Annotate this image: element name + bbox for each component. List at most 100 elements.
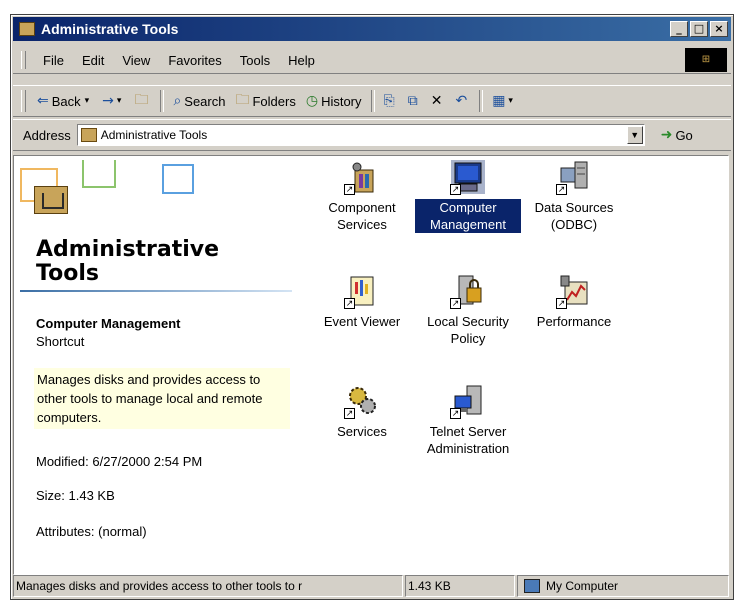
history-icon: ◷ <box>305 93 319 109</box>
local-security-policy-label: Local Security Policy <box>427 314 509 346</box>
close-button[interactable]: × <box>710 21 728 37</box>
performance-icon: ↗ <box>556 274 591 309</box>
windows-logo-icon: ⊞ <box>685 48 727 72</box>
address-value: Administrative Tools <box>100 128 208 142</box>
folders-icon: 🗀 <box>235 92 250 108</box>
component-services-item[interactable]: ↗ Component Services <box>309 160 415 233</box>
selected-item-description: Manages disks and provides access to oth… <box>34 368 290 429</box>
back-dropdown-icon[interactable]: ▾ <box>85 96 90 106</box>
component-services-label: Component Services <box>328 200 396 232</box>
icon-grid: ↗ Component Services ↗ Computer Manageme… <box>309 156 728 574</box>
go-label: Go <box>675 127 693 143</box>
folder-icon <box>19 22 35 36</box>
selected-item-type: Shortcut <box>36 334 85 349</box>
copy-to-icon: ⧉ <box>407 93 418 109</box>
web-view-pane: Administrative Tools Computer Management… <box>14 156 299 574</box>
address-label: Address <box>23 127 71 143</box>
delete-icon: ✕ <box>430 93 443 109</box>
menu-help[interactable]: Help <box>279 53 324 68</box>
forward-button[interactable]: → ▾ <box>97 89 129 113</box>
folders-button[interactable]: 🗀 Folders <box>230 89 300 113</box>
explorer-window: Administrative Tools _ □ × File Edit Vie… <box>10 14 734 600</box>
menu-tools[interactable]: Tools <box>231 53 279 68</box>
copy-to-button[interactable]: ⧉ <box>403 89 426 113</box>
back-button[interactable]: ⇐ Back ▾ <box>32 89 97 113</box>
admin-tools-folder-icon <box>34 186 68 214</box>
forward-arrow-icon: → <box>102 93 114 109</box>
menu-view[interactable]: View <box>113 53 159 68</box>
telnet-server-icon: ↗ <box>450 384 485 419</box>
maximize-button[interactable]: □ <box>690 21 708 37</box>
undo-button[interactable]: ↶ <box>450 89 475 113</box>
computer-management-label: Computer Management <box>414 198 522 234</box>
computer-management-icon: ↗ <box>450 160 485 195</box>
selected-item-modified: Modified: 6/27/2000 2:54 PM <box>36 454 203 469</box>
search-icon: ⌕ <box>173 93 182 109</box>
move-to-button[interactable]: ⎘ <box>379 89 403 113</box>
selected-item-name: Computer Management <box>36 316 181 331</box>
services-item[interactable]: ↗ Services <box>309 384 415 440</box>
history-label: History <box>321 93 362 109</box>
data-sources-item[interactable]: ↗ Data Sources (ODBC) <box>521 160 627 233</box>
local-security-policy-item[interactable]: ↗ Local Security Policy <box>415 274 521 347</box>
views-dropdown-icon[interactable]: ▾ <box>508 96 513 106</box>
address-folder-icon <box>80 128 97 142</box>
go-button[interactable]: ➜ Go <box>661 127 693 143</box>
component-services-icon: ↗ <box>344 160 379 195</box>
standard-toolbar: ⇐ Back ▾ → ▾ 🗀 ⌕ Search 🗀 Folders ◷ Hist… <box>13 85 731 117</box>
back-label: Back <box>51 93 81 109</box>
move-to-icon: ⎘ <box>383 93 395 109</box>
menu-bar: File Edit View Favorites Tools Help ⊞ <box>13 47 731 74</box>
status-zone-label: My Computer <box>546 579 619 593</box>
undo-icon: ↶ <box>455 93 468 109</box>
toolbar-separator <box>479 90 484 112</box>
status-bar: Manages disks and provides access to oth… <box>13 575 731 597</box>
title-divider <box>20 290 292 292</box>
back-arrow-icon: ⇐ <box>37 93 49 109</box>
go-arrow-icon: ➜ <box>660 127 673 143</box>
status-message: Manages disks and provides access to oth… <box>13 575 403 597</box>
views-button[interactable]: ▦ ▾ <box>487 89 521 113</box>
status-size: 1.43 KB <box>405 575 515 597</box>
menu-grip <box>21 51 26 69</box>
minimize-button[interactable]: _ <box>670 21 688 37</box>
computer-management-item[interactable]: ↗ Computer Management <box>414 160 522 234</box>
address-bar: Address Administrative Tools ▼ ➜ Go <box>13 119 731 151</box>
search-label: Search <box>184 93 226 109</box>
pane-title: Administrative Tools <box>36 237 220 286</box>
selected-item-attributes: Attributes: (normal) <box>36 524 147 539</box>
search-button[interactable]: ⌕ Search <box>168 89 230 113</box>
address-input[interactable]: Administrative Tools ▼ <box>76 124 645 146</box>
local-security-policy-icon: ↗ <box>450 274 485 309</box>
event-viewer-item[interactable]: ↗ Event Viewer <box>309 274 415 330</box>
performance-label: Performance <box>536 314 612 329</box>
toolbar-separator <box>370 90 375 112</box>
performance-item[interactable]: ↗ Performance <box>521 274 627 330</box>
toolbar-separator <box>160 90 165 112</box>
services-label: Services <box>337 424 387 439</box>
menu-file[interactable]: File <box>34 53 73 68</box>
data-sources-icon: ↗ <box>556 160 591 195</box>
window-title: Administrative Tools <box>41 21 179 37</box>
event-viewer-label: Event Viewer <box>323 314 401 329</box>
delete-button[interactable]: ✕ <box>426 89 451 113</box>
my-computer-icon <box>524 579 540 593</box>
event-viewer-icon: ↗ <box>344 274 379 309</box>
menu-favorites[interactable]: Favorites <box>159 53 230 68</box>
title-bar[interactable]: Administrative Tools _ □ × <box>13 17 731 41</box>
selected-item-size: Size: 1.43 KB <box>36 488 115 503</box>
address-dropdown-icon[interactable]: ▼ <box>626 126 643 144</box>
data-sources-label: Data Sources (ODBC) <box>534 200 614 232</box>
folder-banner-graphic <box>20 160 200 230</box>
forward-dropdown-icon[interactable]: ▾ <box>117 96 122 106</box>
up-folder-icon: 🗀 <box>134 92 149 108</box>
views-icon: ▦ <box>492 93 506 109</box>
up-button[interactable]: 🗀 <box>129 89 156 113</box>
services-icon: ↗ <box>344 384 379 419</box>
menu-edit[interactable]: Edit <box>73 53 113 68</box>
status-zone: My Computer <box>517 575 729 597</box>
telnet-server-item[interactable]: ↗ Telnet Server Administration <box>415 384 521 457</box>
history-button[interactable]: ◷ History <box>301 89 367 113</box>
toolbar-grip <box>21 90 26 112</box>
folder-view: Administrative Tools Computer Management… <box>13 155 729 575</box>
